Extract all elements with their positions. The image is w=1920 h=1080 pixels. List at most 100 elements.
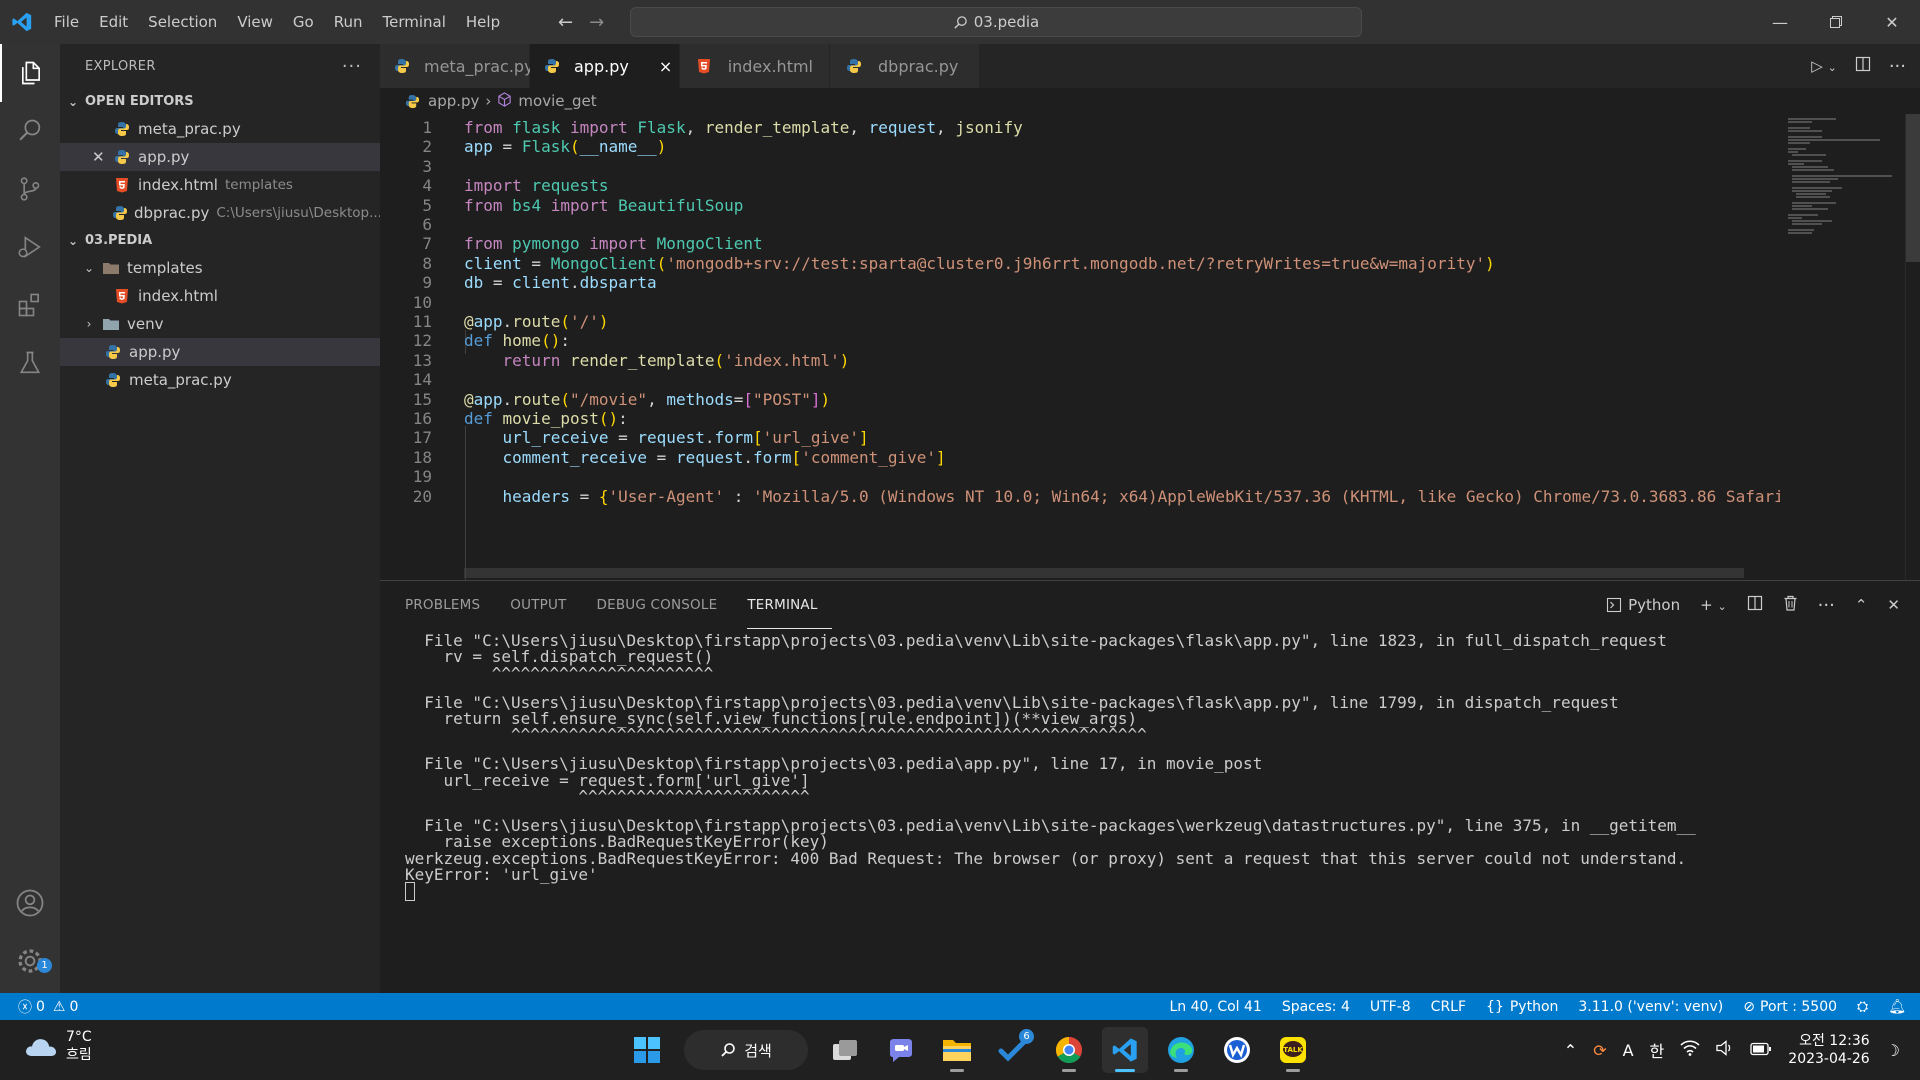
live-server-port[interactable]: ⊘ Port : 5500 — [1743, 999, 1837, 1015]
weather-widget[interactable]: 7°C 흐림 — [24, 1028, 92, 1064]
cursor-position[interactable]: Ln 40, Col 41 — [1169, 999, 1261, 1015]
tab-debug-console[interactable]: DEBUG CONSOLE — [597, 581, 732, 629]
menu-selection[interactable]: Selection — [138, 0, 227, 44]
manage-gear-icon[interactable]: 1 — [0, 932, 60, 990]
vscode-taskbar-icon[interactable] — [1102, 1027, 1148, 1073]
open-editor-description: templates — [224, 177, 293, 193]
explorer-files-icon[interactable] — [0, 44, 60, 102]
testing-flask-icon[interactable] — [0, 334, 60, 392]
tree-file-index-html[interactable]: index.html — [60, 282, 380, 310]
close-editor-icon[interactable]: ✕ — [92, 148, 105, 166]
python-interpreter[interactable]: 3.11.0 ('venv': venv) — [1578, 999, 1723, 1015]
extensions-icon[interactable] — [0, 276, 60, 334]
more-actions-icon[interactable]: ··· — [1889, 56, 1906, 77]
forward-arrow-icon[interactable]: → — [589, 12, 604, 33]
line-endings[interactable]: CRLF — [1431, 999, 1466, 1015]
trash-kill-terminal-icon[interactable] — [1783, 595, 1798, 615]
volume-icon[interactable] — [1716, 1040, 1734, 1060]
search-activity-icon[interactable] — [0, 102, 60, 160]
menu-help[interactable]: Help — [456, 0, 510, 44]
command-center[interactable]: 03.pedia — [630, 7, 1362, 37]
tab-index-html[interactable]: index.html — [680, 44, 830, 88]
close-window-icon[interactable]: ✕ — [1864, 0, 1920, 44]
open-editor-item[interactable]: dbprac.py C:\Users\jiusu\Desktop... — [60, 199, 380, 227]
code-token: Flask — [521, 137, 570, 157]
menu-view[interactable]: View — [227, 0, 283, 44]
back-arrow-icon[interactable]: ← — [558, 12, 573, 33]
wifi-icon[interactable] — [1680, 1040, 1700, 1060]
minimap[interactable] — [1780, 114, 1900, 580]
new-terminal-plus-icon[interactable]: + ⌄ — [1700, 596, 1727, 614]
code-token: [ — [791, 447, 802, 467]
more-actions-icon[interactable]: ··· — [1818, 595, 1835, 616]
focus-moon-icon[interactable]: ☽ — [1886, 1041, 1900, 1060]
taskbar-search-button[interactable]: 검색 — [684, 1030, 808, 1070]
breadcrumb-symbol[interactable]: movie_get — [518, 92, 596, 110]
panel-actions: Python + ⌄ ··· ⌃ ✕ — [1606, 581, 1900, 629]
sync-icon[interactable]: ⟳ — [1593, 1041, 1606, 1060]
tab-output[interactable]: OUTPUT — [510, 581, 580, 629]
open-editors-section[interactable]: ⌄ OPEN EDITORS — [60, 88, 380, 115]
ime-mode-korean[interactable]: 한 — [1650, 1038, 1665, 1062]
menu-edit[interactable]: Edit — [89, 0, 138, 44]
teams-chat-icon[interactable] — [878, 1027, 924, 1073]
port-label: Port : 5500 — [1760, 998, 1838, 1015]
notifications-bell-icon[interactable]: 🔔︎ — [1888, 999, 1906, 1015]
run-debug-icon[interactable] — [0, 218, 60, 276]
open-editor-item-active[interactable]: ✕ app.py — [60, 143, 380, 171]
tree-folder-templates[interactable]: ⌄ templates — [60, 254, 380, 282]
maximize-panel-chevron-up-icon[interactable]: ⌃ — [1855, 596, 1868, 614]
edge-browser-icon[interactable] — [1158, 1027, 1204, 1073]
source-control-icon[interactable] — [0, 160, 60, 218]
code-editor[interactable]: 1 from flask import Flask, render_templat… — [380, 114, 1920, 580]
menu-file[interactable]: File — [44, 0, 89, 44]
open-editor-item[interactable]: meta_prac.py — [60, 115, 380, 143]
menu-run[interactable]: Run — [324, 0, 373, 44]
problems-status[interactable]: ⓧ 0 ⚠ 0 — [18, 997, 78, 1017]
terminal-prompt-line[interactable] — [405, 881, 1905, 902]
close-tab-icon[interactable]: × — [659, 57, 672, 76]
windows-start-icon[interactable] — [624, 1027, 670, 1073]
chrome-browser-icon[interactable] — [1046, 1027, 1092, 1073]
indentation[interactable]: Spaces: 4 — [1282, 999, 1350, 1015]
accounts-icon[interactable] — [0, 874, 60, 932]
battery-icon[interactable] — [1750, 1041, 1772, 1060]
minimize-icon[interactable]: — — [1752, 0, 1808, 44]
file-encoding[interactable]: UTF-8 — [1370, 999, 1411, 1015]
run-python-play-icon[interactable]: ▷ ⌄ — [1811, 57, 1837, 75]
close-panel-icon[interactable]: ✕ — [1887, 596, 1900, 614]
tab-terminal[interactable]: TERMINAL — [747, 581, 832, 629]
tab-app-py[interactable]: app.py × — [530, 44, 680, 88]
folder-section-03-pedia[interactable]: ⌄ 03.PEDIA — [60, 227, 380, 254]
code-line[interactable]: 20 headers = {'User-Agent' : 'Mozilla/5.… — [380, 485, 1784, 509]
split-editor-icon[interactable] — [1855, 56, 1871, 76]
code-token: ( — [714, 350, 725, 370]
feedback-person-icon[interactable]: ⛭ — [1857, 999, 1868, 1015]
ime-mode-letter[interactable]: A — [1623, 1041, 1634, 1060]
horizontal-scrollbar[interactable] — [464, 568, 1744, 578]
breadcrumb-file[interactable]: app.py — [428, 92, 479, 110]
clock[interactable]: 오전 12:36 2023-04-26 — [1788, 1032, 1869, 1068]
open-editor-item[interactable]: index.html templates — [60, 171, 380, 199]
naver-whale-icon[interactable] — [1214, 1027, 1260, 1073]
terminal-output[interactable]: File "C:\Users\jiusu\Desktop\firstapp\pr… — [405, 631, 1905, 902]
tree-file-meta-prac-py[interactable]: meta_prac.py — [60, 366, 380, 394]
tree-file-app-py[interactable]: app.py — [60, 338, 380, 366]
task-view-icon[interactable] — [822, 1027, 868, 1073]
more-actions-icon[interactable]: ··· — [342, 56, 362, 77]
menu-go[interactable]: Go — [283, 0, 324, 44]
tab-meta-prac-py[interactable]: meta_prac.py — [380, 44, 534, 88]
file-explorer-icon[interactable] — [934, 1027, 980, 1073]
menu-terminal[interactable]: Terminal — [373, 0, 456, 44]
kakaotalk-icon[interactable]: TALK — [1270, 1027, 1316, 1073]
tree-folder-venv[interactable]: › venv — [60, 310, 380, 338]
language-mode[interactable]: {} Python — [1486, 999, 1558, 1015]
microsoft-todo-icon[interactable]: 6 — [990, 1027, 1036, 1073]
chevron-up-icon[interactable]: ⌃ — [1564, 1041, 1577, 1060]
split-terminal-icon[interactable] — [1747, 595, 1763, 615]
restore-icon[interactable] — [1808, 0, 1864, 44]
vertical-scrollbar-thumb[interactable] — [1906, 114, 1920, 262]
tab-problems[interactable]: PROBLEMS — [405, 581, 494, 629]
tab-dbprac-py[interactable]: dbprac.py — [830, 44, 980, 88]
terminal-shell-selector[interactable]: Python — [1606, 596, 1680, 614]
